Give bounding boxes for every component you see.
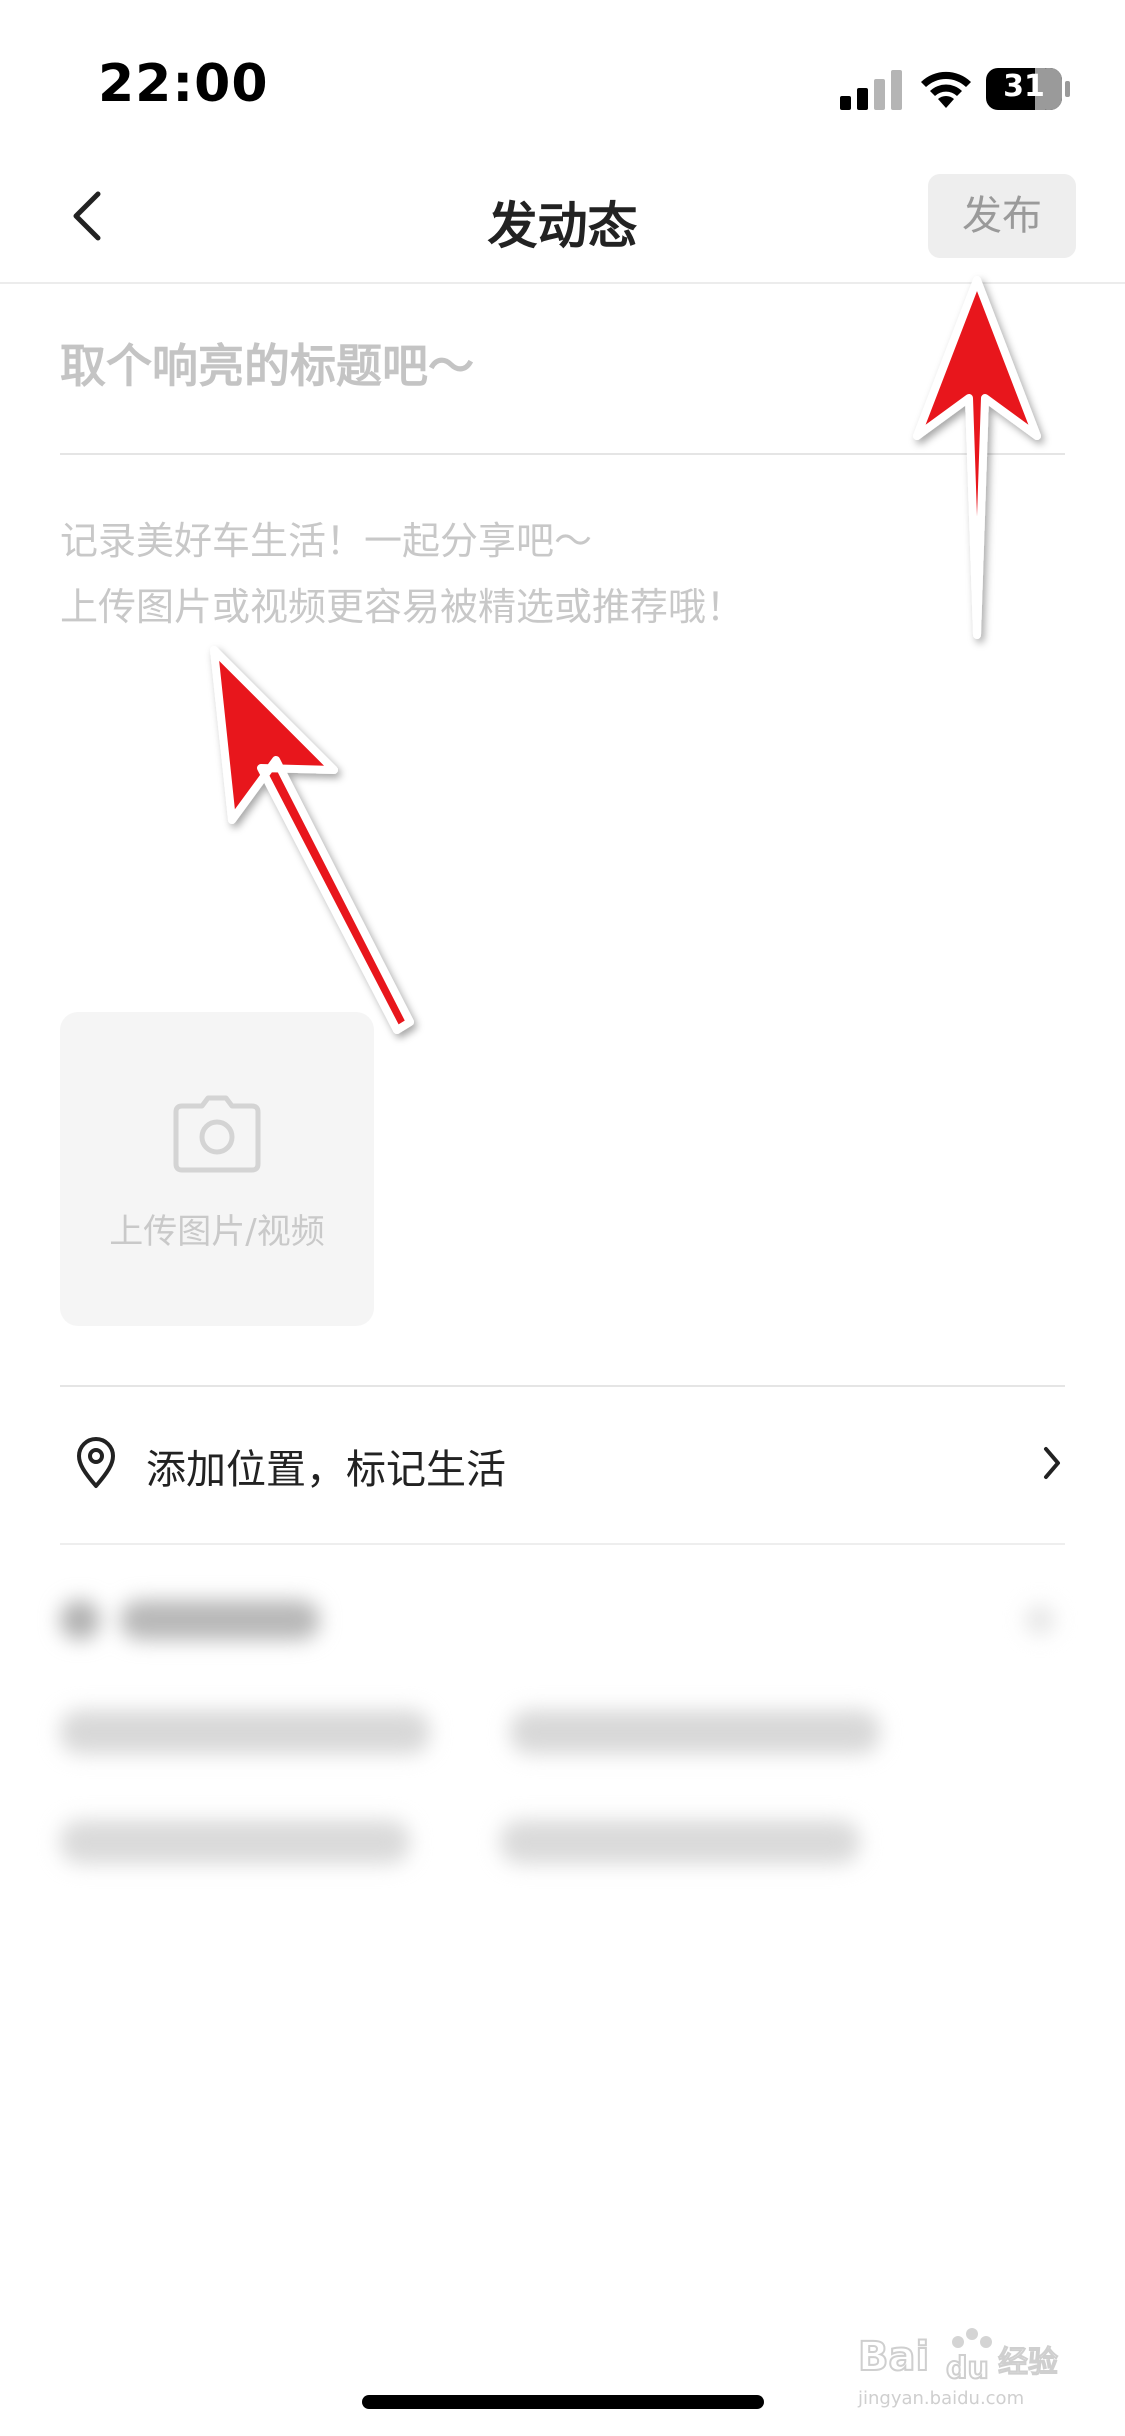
blurred-block [60,1600,100,1640]
upload-label: 上传图片/视频 [109,1212,325,1252]
content-input[interactable]: 记录美好车生活！一起分享吧～ 上传图片或视频更容易被精选或推荐哦！ [60,508,1065,640]
battery-level: 31 [1003,69,1045,104]
blurred-block [60,1710,430,1754]
chevron-right-icon [1044,1447,1060,1479]
blurred-block [120,1600,320,1640]
baidu-watermark-logo: Bai du 经验 [858,2328,1059,2387]
svg-text:Bai: Bai [858,2334,929,2380]
home-indicator[interactable] [362,2395,764,2409]
nav-bar: 发动态 发布 [0,150,1125,284]
divider [60,1385,1065,1387]
wifi-icon [921,71,971,108]
location-label: 添加位置，标记生活 [146,1447,506,1493]
arrow-up-left-icon [210,646,414,1034]
upload-media-button[interactable]: 上传图片/视频 [60,1012,374,1326]
svg-text:du: du [946,2351,989,2386]
signal-bars-icon [840,70,902,110]
camera-icon [173,1095,261,1173]
blurred-block [60,1820,410,1864]
status-bar: 22:00 31 [0,0,1125,150]
svg-text:经验: 经验 [998,2345,1058,2380]
status-time: 22:00 [98,54,269,114]
divider [60,453,1065,455]
add-location-row[interactable]: 添加位置，标记生活 [60,1389,1065,1541]
title-input[interactable]: 取个响亮的标题吧～ [60,330,1065,410]
blurred-block [510,1710,880,1754]
blurred-block [1025,1605,1055,1635]
content-placeholder-line: 上传图片或视频更容易被精选或推荐哦！ [60,585,745,629]
divider [60,1543,1065,1545]
blurred-block [500,1820,860,1864]
blurred-topics-section [60,1580,1065,1900]
publish-button[interactable]: 发布 [928,174,1076,258]
location-pin-icon [77,1437,115,1488]
content-placeholder-line: 记录美好车生活！一起分享吧～ [60,519,593,563]
watermark-url: jingyan.baidu.com [858,2388,1025,2409]
